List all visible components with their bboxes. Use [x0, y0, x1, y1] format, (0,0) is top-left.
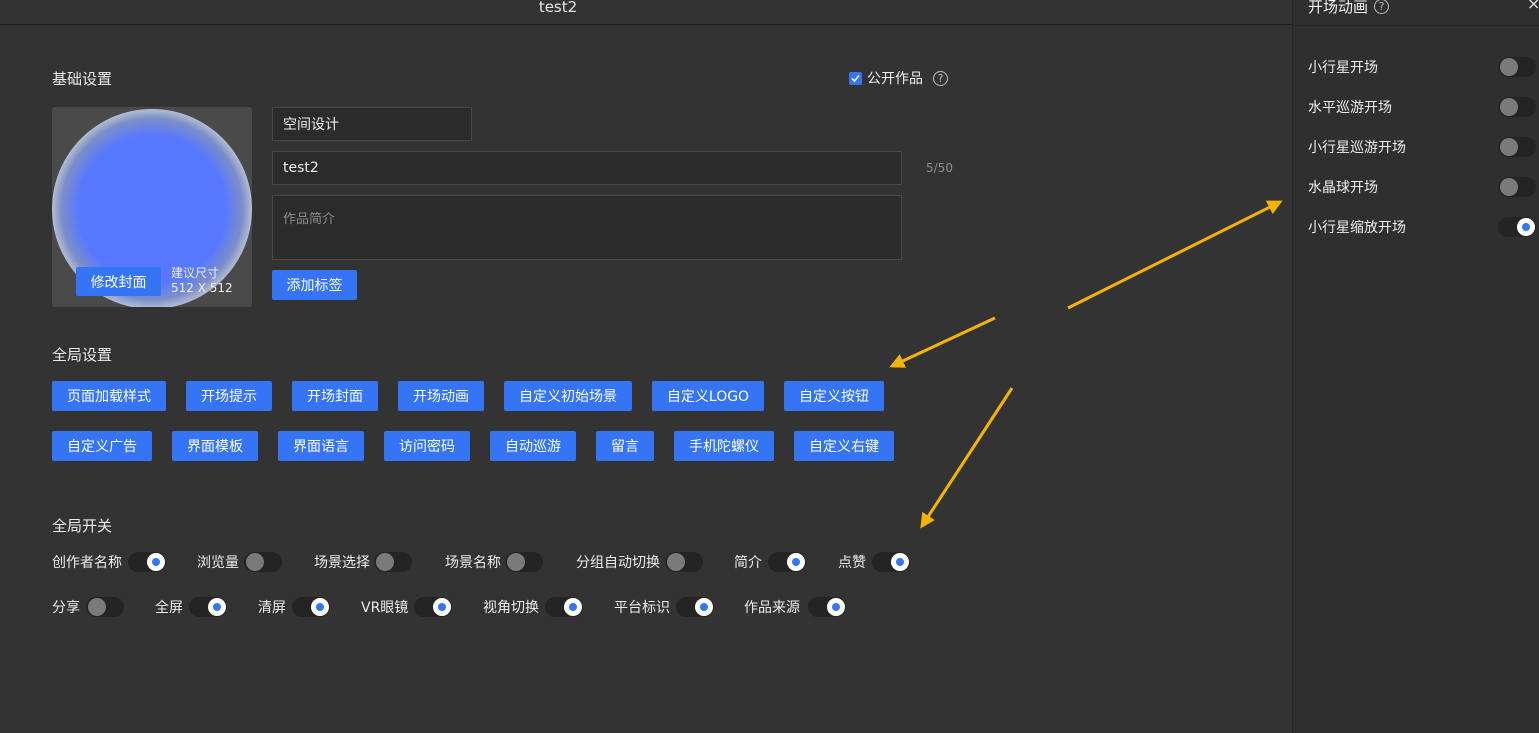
switch-toggle[interactable]	[545, 597, 583, 617]
animation-option-label: 小行星缩放开场	[1308, 220, 1406, 236]
switch-toggle[interactable]	[292, 597, 330, 617]
switch-label: 分享	[52, 600, 80, 616]
name-input[interactable]: test2	[272, 151, 902, 185]
switch-toggle[interactable]	[128, 552, 166, 572]
settings-button[interactable]: 访问密码	[384, 431, 470, 461]
cover-image: 修改封面 建议尺寸 512 X 512	[52, 107, 252, 307]
arrow-to-opening-animation	[889, 316, 996, 368]
switch-label: 简介	[734, 555, 762, 571]
checkmark-icon	[851, 74, 860, 82]
animation-option-toggle[interactable]	[1498, 137, 1536, 157]
settings-button[interactable]: 开场提示	[186, 381, 272, 411]
basic-settings-heading: 基础设置	[52, 70, 113, 88]
arrow-to-switches	[920, 387, 1014, 529]
settings-button[interactable]: 自定义LOGO	[652, 381, 764, 411]
cover-size-hint: 建议尺寸 512 X 512	[171, 266, 233, 296]
cover-hint-line2: 512 X 512	[171, 281, 233, 295]
switch-label: 场景名称	[445, 555, 501, 571]
publish-toggle[interactable]: 公开作品 ?	[849, 68, 948, 88]
switch-label: 场景选择	[314, 555, 370, 571]
panel-header: 开场动画 ?	[1308, 0, 1390, 17]
settings-button[interactable]: 自定义右键	[794, 431, 894, 461]
switch-label: 分组自动切换	[576, 555, 660, 571]
settings-button[interactable]: 自定义按钮	[784, 381, 884, 411]
switch-label: 浏览量	[197, 555, 239, 571]
switch-label: 作品来源	[744, 600, 800, 616]
animation-option-label: 水平巡游开场	[1308, 100, 1392, 116]
switch-label: 平台标识	[614, 600, 670, 616]
settings-button[interactable]: 自定义广告	[52, 431, 152, 461]
animation-option-toggle[interactable]	[1498, 57, 1536, 77]
settings-button[interactable]: 界面模板	[172, 431, 258, 461]
close-icon[interactable]: ×	[1527, 0, 1539, 13]
help-icon[interactable]: ?	[1374, 0, 1390, 14]
switch-label: 点赞	[838, 555, 866, 571]
help-icon[interactable]: ?	[933, 70, 948, 86]
panel-title: 开场动画	[1308, 0, 1369, 16]
switch-toggle[interactable]	[374, 552, 412, 572]
title-bar: test2	[0, 0, 1292, 25]
switch-toggle[interactable]	[505, 552, 543, 572]
switch-toggle[interactable]	[665, 552, 703, 572]
window-title: test2	[538, 0, 578, 16]
animation-option-toggle[interactable]	[1498, 217, 1536, 237]
settings-button[interactable]: 界面语言	[278, 431, 364, 461]
switch-toggle[interactable]	[189, 597, 227, 617]
settings-button[interactable]: 开场封面	[292, 381, 378, 411]
publish-checkbox[interactable]	[849, 71, 862, 85]
switch-toggle[interactable]	[244, 552, 282, 572]
animation-option-toggle[interactable]	[1498, 97, 1536, 117]
switch-toggle[interactable]	[872, 552, 910, 572]
global-settings-heading: 全局设置	[52, 346, 113, 364]
animation-option-label: 小行星巡游开场	[1308, 140, 1406, 156]
switch-toggle[interactable]	[676, 597, 714, 617]
intro-textarea[interactable]: 作品简介	[272, 195, 902, 260]
switch-label: 清屏	[258, 600, 286, 616]
change-cover-button[interactable]: 修改封面	[76, 267, 161, 296]
animation-option-label: 水晶球开场	[1308, 180, 1378, 196]
panel-divider	[1293, 25, 1539, 26]
name-char-counter: 5/50	[926, 161, 953, 175]
switch-label: 全屏	[155, 600, 183, 616]
publish-label: 公开作品	[867, 71, 923, 87]
settings-button[interactable]: 自定义初始场景	[504, 381, 632, 411]
switch-label: VR眼镜	[361, 600, 409, 616]
settings-button[interactable]: 开场动画	[398, 381, 484, 411]
settings-button[interactable]: 页面加载样式	[52, 381, 166, 411]
opening-animation-panel: 开场动画 ? × 小行星开场 水平巡游开场 小行星巡游开场 水晶球开场 小行星缩…	[1292, 0, 1539, 733]
switch-toggle[interactable]	[414, 597, 452, 617]
arrow-to-panel	[1067, 200, 1283, 310]
switch-toggle[interactable]	[808, 597, 846, 617]
switch-toggle[interactable]	[768, 552, 806, 572]
category-select[interactable]: 空间设计	[272, 107, 472, 141]
global-switches-heading: 全局开关	[52, 517, 113, 535]
switch-label: 视角切换	[483, 600, 539, 616]
switch-toggle[interactable]	[86, 597, 124, 617]
animation-option-label: 小行星开场	[1308, 60, 1378, 76]
animation-option-toggle[interactable]	[1498, 177, 1536, 197]
cover-hint-line1: 建议尺寸	[171, 266, 220, 280]
switch-label: 创作者名称	[52, 555, 122, 571]
add-tag-button[interactable]: 添加标签	[272, 270, 357, 300]
settings-button[interactable]: 手机陀螺仪	[674, 431, 774, 461]
settings-button[interactable]: 留言	[596, 431, 654, 461]
settings-button[interactable]: 自动巡游	[490, 431, 576, 461]
